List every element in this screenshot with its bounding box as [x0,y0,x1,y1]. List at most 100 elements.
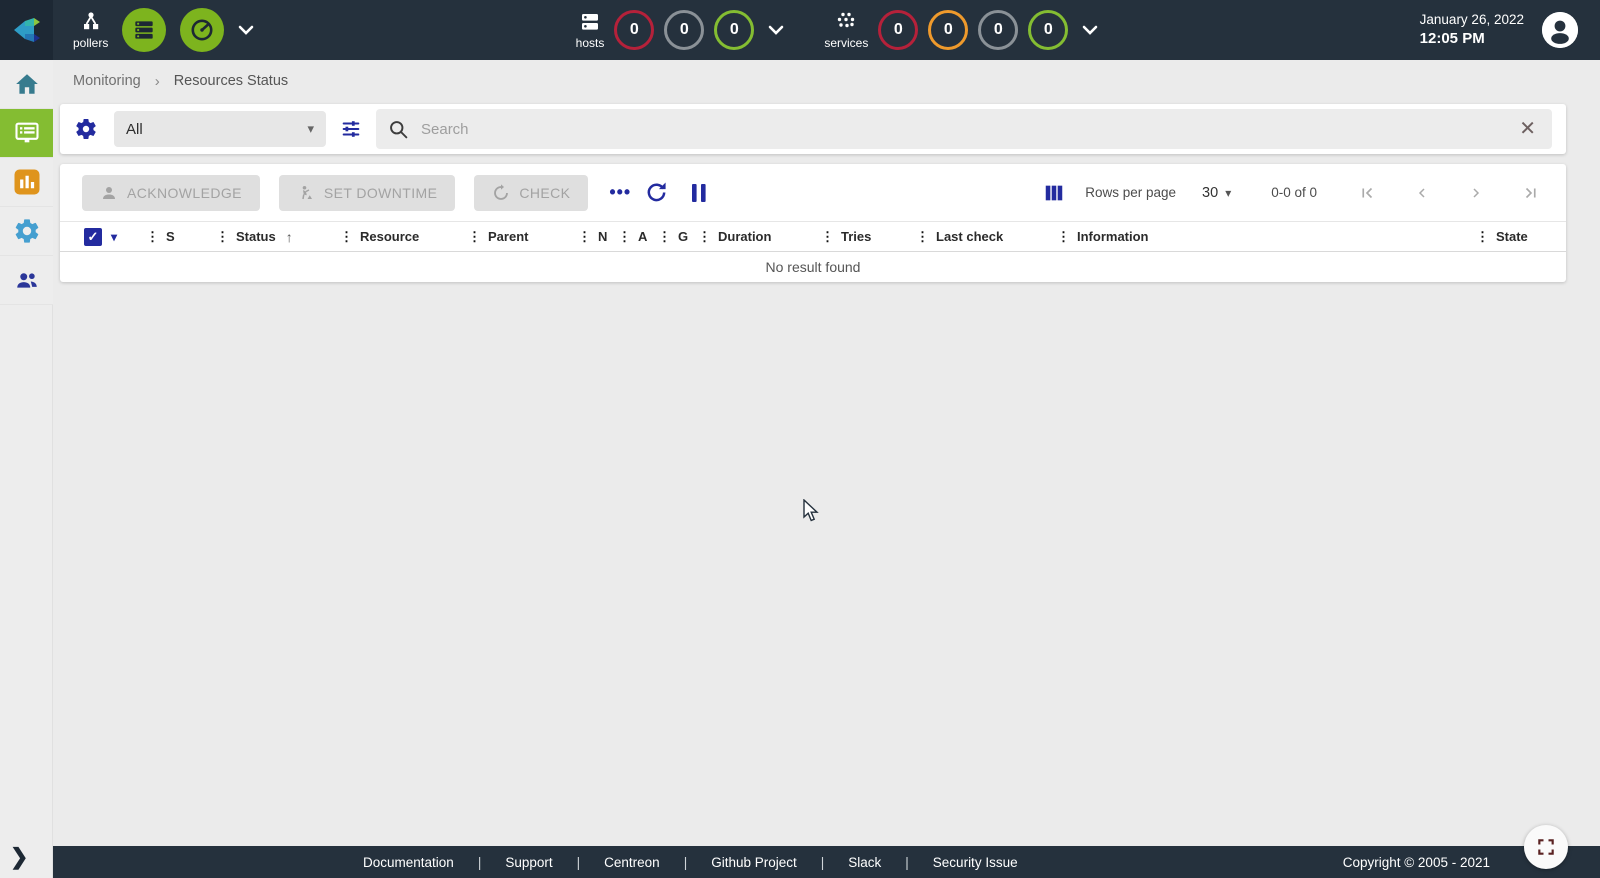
column-header-severity[interactable]: ⋮S [146,229,216,245]
filter-select[interactable]: All ▾ [114,111,326,147]
footer-link-security-issue[interactable]: Security Issue [933,855,1018,870]
footer-link-documentation[interactable]: Documentation [363,855,454,870]
column-header-last-check[interactable]: ⋮Last check [916,229,1057,245]
person-icon [100,184,118,202]
column-header-information[interactable]: ⋮Information [1057,229,1476,245]
column-header-notes[interactable]: ⋮N [578,229,618,245]
pause-autorefresh-button[interactable] [690,182,708,204]
chevron-down-icon [238,25,254,35]
sort-ascending-icon: ↑ [286,229,293,245]
breadcrumb-separator-icon: › [155,73,160,90]
empty-table-message: No result found [60,252,1566,282]
sidebar-item-configuration[interactable] [0,207,53,256]
rows-per-page-select[interactable]: 30 ▾ [1202,185,1231,201]
hosts-unreachable-counter[interactable]: 0 [664,10,704,50]
poller-configuration-button[interactable] [122,8,166,52]
footer-link-slack[interactable]: Slack [848,855,881,870]
sidebar-item-monitoring[interactable] [0,109,53,158]
chevron-down-icon [768,25,784,35]
more-actions-button[interactable]: ••• [609,182,631,203]
set-downtime-button[interactable]: SET DOWNTIME [279,175,455,211]
column-header-status[interactable]: ⋮Status↑ [216,229,340,245]
hosts-menu[interactable]: hosts [576,10,605,50]
sidebar-item-reporting[interactable] [0,158,53,207]
services-ok-counter[interactable]: 0 [1028,10,1068,50]
rows-per-page-value: 30 [1202,185,1218,201]
column-header-action[interactable]: ⋮A [618,229,658,245]
drag-handle-icon[interactable]: ⋮ [821,229,834,245]
column-header-state[interactable]: ⋮State [1476,229,1552,245]
breadcrumb-resources-status[interactable]: Resources Status [174,73,288,89]
column-header-duration[interactable]: ⋮Duration [698,229,821,245]
column-header-tries[interactable]: ⋮Tries [821,229,916,245]
centreon-logo-icon [10,13,44,47]
set-downtime-label: SET DOWNTIME [324,185,437,201]
drag-handle-icon[interactable]: ⋮ [578,229,591,245]
fullscreen-icon [1536,837,1556,857]
drag-handle-icon[interactable]: ⋮ [468,229,481,245]
column-header-parent[interactable]: ⋮Parent [468,229,578,245]
fullscreen-button[interactable] [1524,825,1568,869]
breadcrumb-monitoring[interactable]: Monitoring [73,73,141,89]
sidebar-expand-button[interactable]: ❯ [10,844,28,870]
footer-link-centreon[interactable]: Centreon [604,855,660,870]
services-warning-counter[interactable]: 0 [928,10,968,50]
footer-link-github-project[interactable]: Github Project [711,855,797,870]
sidebar-item-home[interactable] [0,60,53,109]
drag-handle-icon[interactable]: ⋮ [1057,229,1070,245]
tune-icon [340,118,362,140]
first-page-button[interactable] [1339,184,1395,202]
services-critical-counter[interactable]: 0 [878,10,918,50]
footer-link-support[interactable]: Support [505,855,552,870]
services-unknown-counter[interactable]: 0 [978,10,1018,50]
pollers-expand-chevron[interactable] [238,25,254,35]
select-all-cell: ✓ ▾ [84,228,146,246]
selection-dropdown-icon[interactable]: ▾ [111,230,117,244]
next-page-button[interactable] [1449,184,1503,202]
user-avatar[interactable] [1542,12,1578,48]
first-page-icon [1358,184,1376,202]
refresh-button[interactable] [645,181,668,204]
drag-handle-icon[interactable]: ⋮ [698,229,711,245]
footer: Documentation | Support | Centreon | Git… [53,846,1600,878]
hosts-up-counter[interactable]: 0 [714,10,754,50]
column-header-graph[interactable]: ⋮G [658,229,698,245]
drag-handle-icon[interactable]: ⋮ [1476,229,1489,245]
drag-handle-icon[interactable]: ⋮ [340,229,353,245]
sync-icon [492,184,510,202]
pollers-menu[interactable]: pollers [73,10,108,50]
previous-page-button[interactable] [1395,184,1449,202]
hosts-expand-chevron[interactable] [768,25,784,35]
rows-per-page-label: Rows per page [1085,185,1176,200]
column-header-resource[interactable]: ⋮Resource [340,229,468,245]
check-button[interactable]: CHECK [474,175,588,211]
filter-settings-button[interactable] [74,117,98,141]
advanced-filter-button[interactable] [340,118,362,140]
refresh-icon [645,181,668,204]
edit-columns-button[interactable] [1043,182,1065,204]
monitoring-icon [12,119,42,147]
poller-statistics-button[interactable] [180,8,224,52]
current-date: January 26, 2022 [1420,11,1524,29]
acknowledge-label: ACKNOWLEDGE [127,185,242,201]
sidebar-item-administration[interactable] [0,256,53,305]
hosts-label: hosts [576,36,605,50]
last-page-button[interactable] [1503,184,1544,202]
drag-handle-icon[interactable]: ⋮ [146,229,159,245]
services-expand-chevron[interactable] [1082,25,1098,35]
drag-handle-icon[interactable]: ⋮ [216,229,229,245]
centreon-logo[interactable] [0,0,53,60]
drag-handle-icon[interactable]: ⋮ [916,229,929,245]
search-input[interactable] [421,121,1515,138]
drag-handle-icon[interactable]: ⋮ [618,229,631,245]
hosts-down-counter[interactable]: 0 [614,10,654,50]
clear-search-button[interactable]: ✕ [1515,119,1540,139]
acknowledge-button[interactable]: ACKNOWLEDGE [82,175,260,211]
drag-handle-icon[interactable]: ⋮ [658,229,671,245]
footer-divider: | [684,855,688,870]
main-content: Monitoring › Resources Status All ▾ [53,60,1600,878]
select-all-checkbox[interactable]: ✓ [84,228,102,246]
services-menu[interactable]: services [824,10,868,50]
gear-icon [13,217,41,245]
check-label: CHECK [519,185,570,201]
